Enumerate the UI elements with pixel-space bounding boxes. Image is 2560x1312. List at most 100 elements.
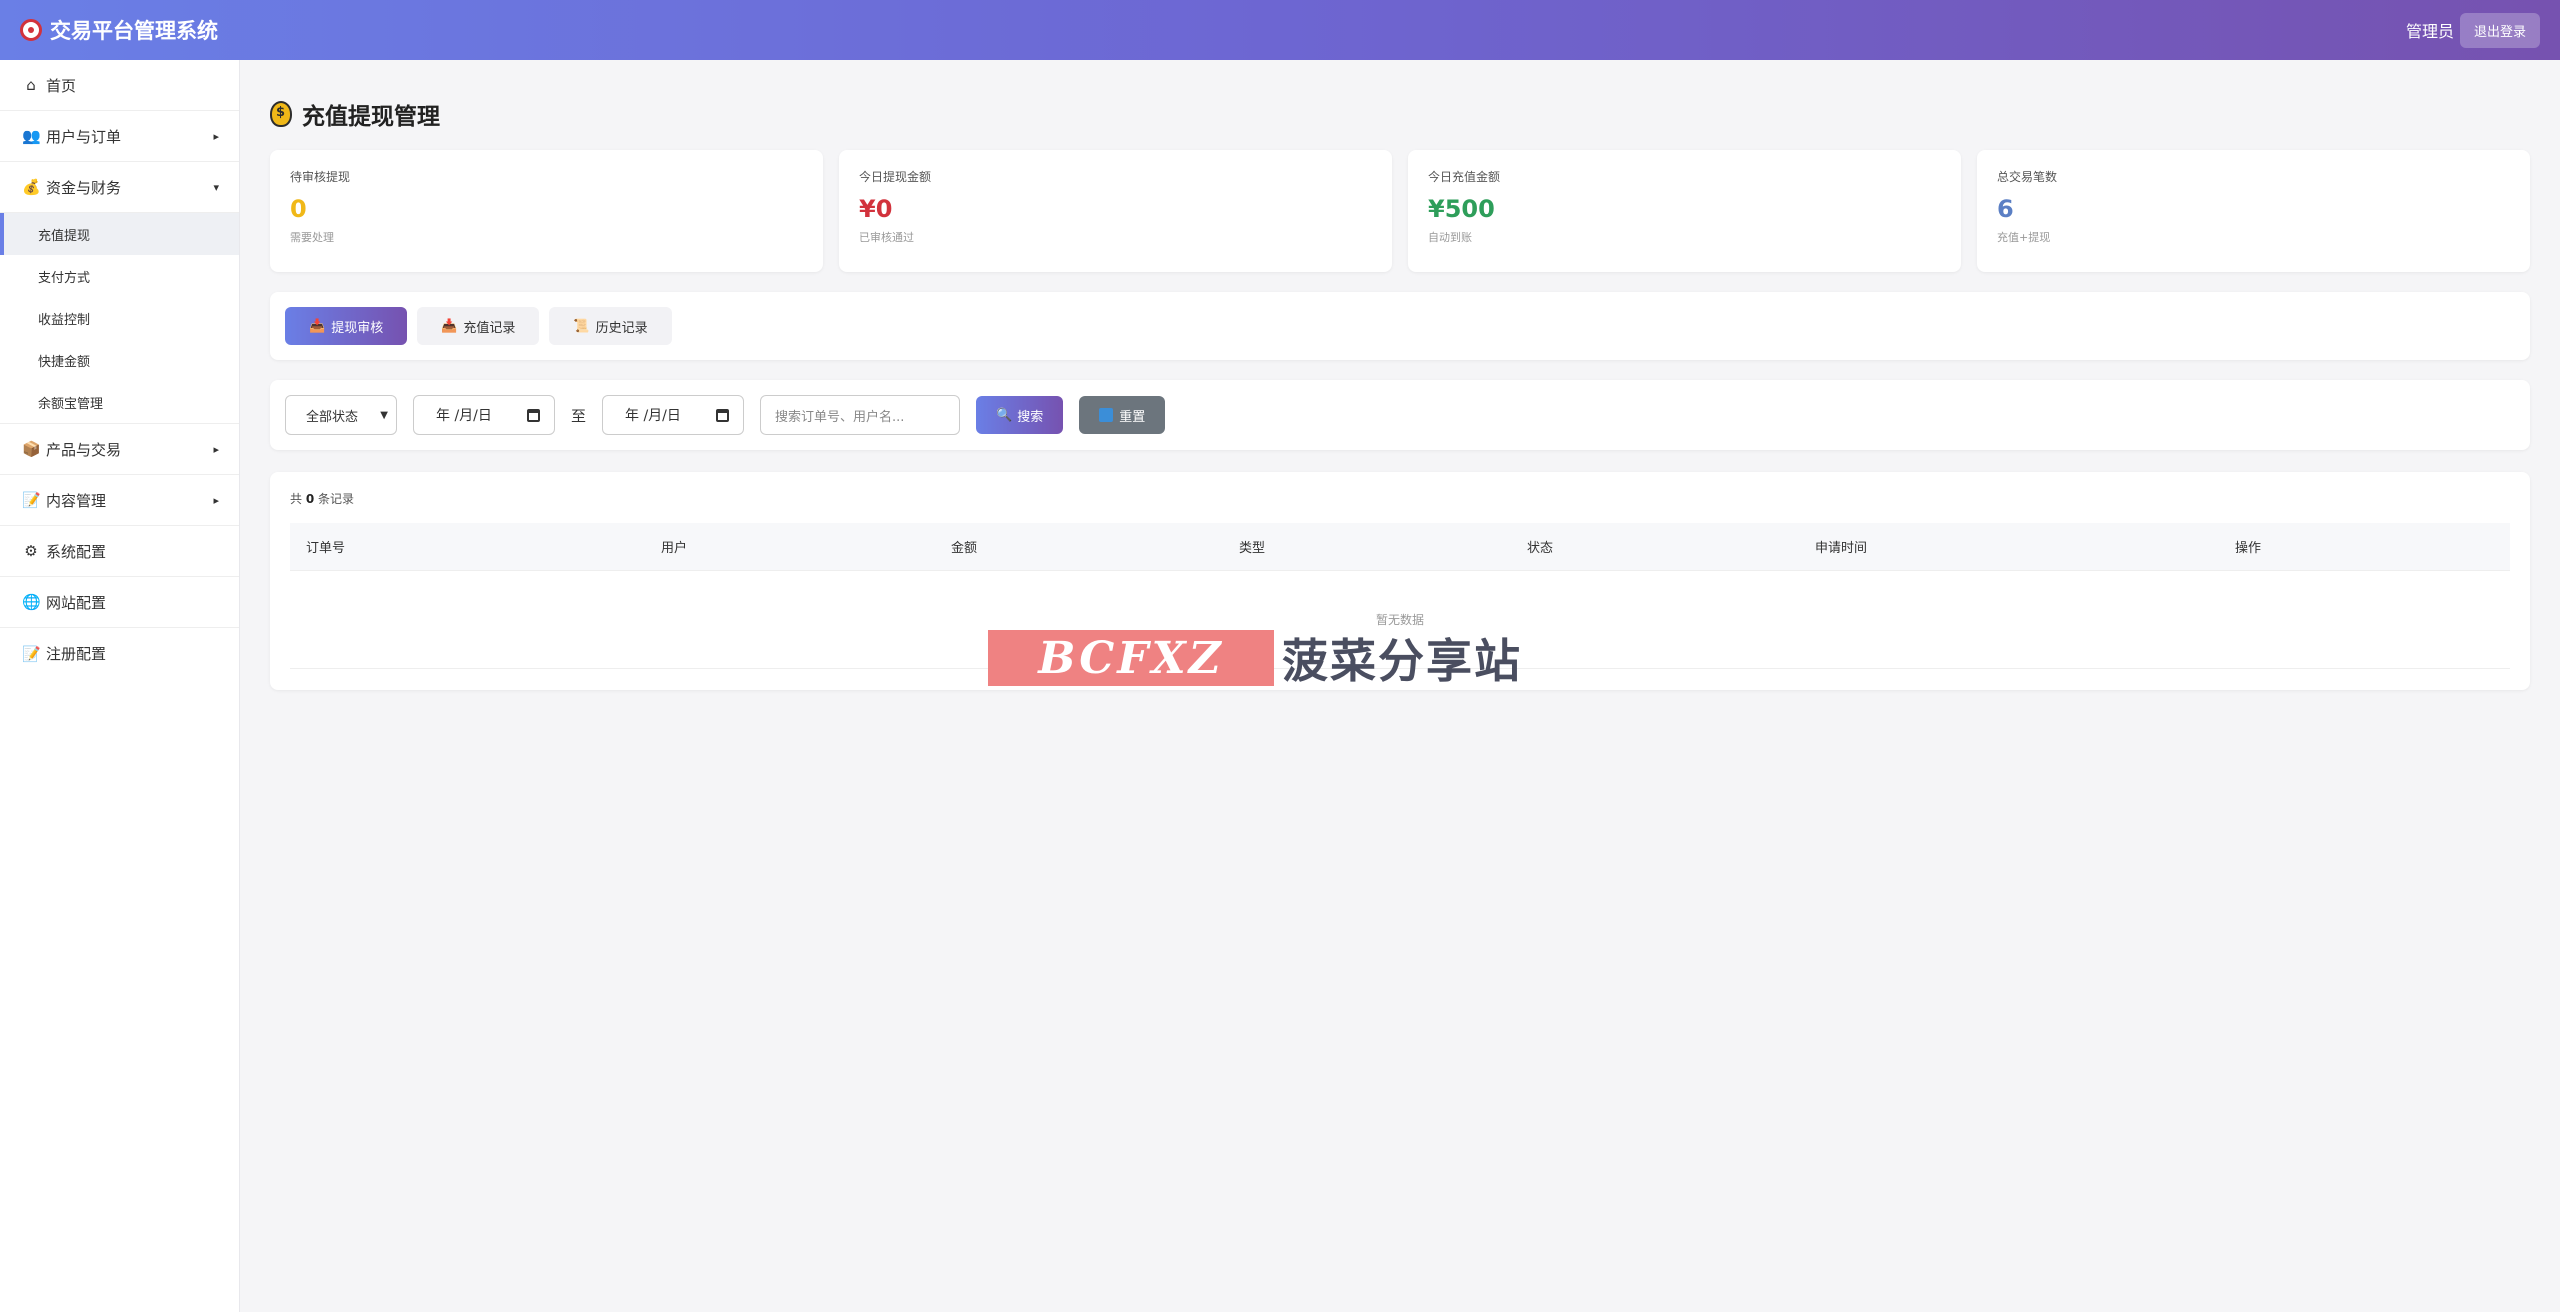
sidebar-item-label: 内容管理: [46, 491, 107, 510]
sidebar-item-users-orders[interactable]: 👥 用户与订单 ▸: [0, 111, 239, 162]
stat-value: ¥500: [1428, 195, 1495, 223]
calendar-icon[interactable]: [527, 408, 540, 422]
memo-icon: 📝: [22, 644, 41, 663]
chevron-right-icon: ▸: [213, 442, 219, 456]
calendar-icon[interactable]: [716, 408, 730, 422]
reset-button-label: 重置: [1119, 409, 1146, 425]
main-content: 充值提现管理 待审核提现 0 需要处理 今日提现金额 ¥0 已审核通过 今日充值…: [270, 60, 2530, 690]
sidebar-subitem-recharge-withdraw[interactable]: 充值提现: [0, 213, 239, 255]
sidebar-item-label: 用户与订单: [46, 127, 122, 146]
page-title-text: 充值提现管理: [302, 104, 440, 130]
stat-value: 6: [1997, 195, 2014, 223]
page-title: 充值提现管理: [270, 60, 2530, 148]
chevron-down-icon: ▾: [213, 180, 219, 194]
watermark-logo: BCFXZ: [988, 630, 1274, 686]
stat-card-today-withdraw: 今日提现金额 ¥0 已审核通过: [839, 150, 1392, 272]
sidebar-subitem-payment-methods[interactable]: 支付方式: [0, 255, 239, 297]
sidebar-item-label: 注册配置: [46, 645, 107, 663]
stats-row: 待审核提现 0 需要处理 今日提现金额 ¥0 已审核通过 今日充值金额 ¥500…: [270, 150, 2530, 272]
chevron-right-icon: ▸: [213, 129, 219, 143]
end-date-input[interactable]: 年 /月/日: [602, 395, 745, 435]
date-range-separator: 至: [571, 406, 587, 425]
sidebar-item-register-config[interactable]: 📝 注册配置: [0, 628, 239, 679]
tab-withdraw-review[interactable]: 📥 提现审核: [285, 307, 408, 345]
sidebar-subitem-profit-control[interactable]: 收益控制: [0, 297, 239, 339]
tab-recharge-records[interactable]: 📥 充值记录: [417, 307, 540, 345]
sidebar-item-finance[interactable]: 💰 资金与财务 ▾: [0, 162, 239, 213]
stat-value: 0: [290, 195, 307, 223]
header-user-area: 管理员 退出登录: [2405, 12, 2540, 48]
watermark-site-name: 菠菜分享站: [1282, 634, 1522, 688]
stat-label: 总交易笔数: [1997, 170, 2058, 184]
money-bag-icon: [270, 101, 292, 127]
tab-label: 充值记录: [463, 320, 516, 336]
sidebar: ⌂ 首页 👥 用户与订单 ▸ 💰 资金与财务 ▾ 充值提现 支付方式 收益控制 …: [0, 60, 240, 1312]
stat-value: ¥0: [859, 195, 893, 223]
status-select[interactable]: 全部状态 ▼: [285, 395, 397, 435]
stat-note: 已审核通过: [859, 231, 914, 244]
column-header: 订单号: [306, 541, 346, 556]
reset-button[interactable]: 重置: [1079, 396, 1166, 434]
sidebar-item-label: 产品与交易: [46, 440, 122, 459]
scroll-icon: 📜: [573, 318, 590, 334]
tab-label: 提现审核: [331, 320, 384, 336]
stat-note: 充值+提现: [1997, 231, 2051, 244]
sidebar-item-system-config[interactable]: ⚙ 系统配置: [0, 526, 239, 577]
app-title: 交易平台管理系统: [50, 19, 218, 43]
sidebar-item-label: 网站配置: [46, 593, 107, 612]
sidebar-item-label: 系统配置: [46, 542, 107, 561]
users-icon: 👥: [22, 127, 41, 145]
stat-card-today-recharge: 今日充值金额 ¥500 自动到账: [1408, 150, 1961, 272]
watermark: BCFXZ 菠菜分享站: [988, 630, 1522, 688]
search-button-label: 搜索: [1017, 409, 1044, 425]
stat-label: 今日提现金额: [859, 170, 932, 184]
search-icon: 🔍: [996, 407, 1013, 423]
record-count-value: 0: [305, 492, 315, 506]
stat-label: 待审核提现: [290, 170, 351, 184]
tab-bar: 📥 提现审核 📥 充值记录 📜 历史记录: [270, 292, 2530, 360]
column-header: 类型: [1239, 541, 1266, 556]
sidebar-subitem-quick-amount[interactable]: 快捷金额: [0, 339, 239, 381]
tab-history-records[interactable]: 📜 历史记录: [549, 307, 672, 345]
sidebar-item-home[interactable]: ⌂ 首页: [0, 60, 239, 111]
tab-label: 历史记录: [595, 320, 648, 336]
gear-icon: ⚙: [24, 542, 38, 560]
column-header: 申请时间: [1815, 541, 1868, 556]
sidebar-subitem-yuebao[interactable]: 余额宝管理: [0, 381, 239, 423]
sidebar-item-label: 资金与财务: [46, 178, 122, 197]
stat-label: 今日充值金额: [1428, 170, 1501, 184]
search-input[interactable]: 搜索订单号、用户名...: [760, 395, 961, 435]
chevron-down-icon: ▼: [380, 409, 388, 421]
user-label: 管理员: [2405, 22, 2454, 41]
end-date-value: 年 /月/日: [625, 408, 681, 424]
memo-icon: 📝: [22, 491, 41, 509]
search-button[interactable]: 🔍 搜索: [976, 396, 1064, 434]
finance-submenu: 充值提现 支付方式 收益控制 快捷金额 余额宝管理: [0, 213, 239, 424]
sidebar-item-label: 首页: [46, 76, 77, 95]
sidebar-item-site-config[interactable]: 🌐 网站配置: [0, 577, 239, 628]
sidebar-item-products[interactable]: 📦 产品与交易 ▸: [0, 424, 239, 475]
column-header: 金额: [951, 541, 978, 556]
globe-icon: 🌐: [22, 593, 41, 611]
stat-card-pending-withdraw: 待审核提现 0 需要处理: [270, 150, 823, 272]
start-date-input[interactable]: 年 /月/日: [413, 395, 555, 435]
sidebar-item-content[interactable]: 📝 内容管理 ▸: [0, 475, 239, 526]
stat-card-total-transactions: 总交易笔数 6 充值+提现: [1977, 150, 2530, 272]
filter-bar: 全部状态 ▼ 年 /月/日 至 年 /月/日 搜索订单号、用户名... 🔍 搜索…: [270, 380, 2530, 450]
inbox-tray-icon: 📥: [309, 318, 326, 334]
package-icon: 📦: [22, 440, 41, 458]
refresh-icon: [1099, 408, 1114, 422]
target-icon: [20, 19, 42, 41]
column-header: 状态: [1527, 541, 1554, 556]
column-header: 操作: [2235, 541, 2262, 556]
home-icon: ⌂: [26, 76, 36, 94]
chevron-right-icon: ▸: [213, 493, 219, 507]
record-count: 共 0 条记录: [290, 490, 2510, 507]
money-bag-icon: 💰: [22, 178, 41, 196]
top-header: 交易平台管理系统 管理员 退出登录: [0, 0, 2560, 60]
record-count-suffix: 条记录: [318, 492, 355, 506]
table-header: 订单号 用户 金额 类型 状态 申请时间 操作: [290, 523, 2510, 571]
inbox-tray-icon: 📥: [441, 318, 458, 334]
logout-button[interactable]: 退出登录: [2459, 12, 2540, 48]
brand: 交易平台管理系统: [20, 15, 218, 45]
